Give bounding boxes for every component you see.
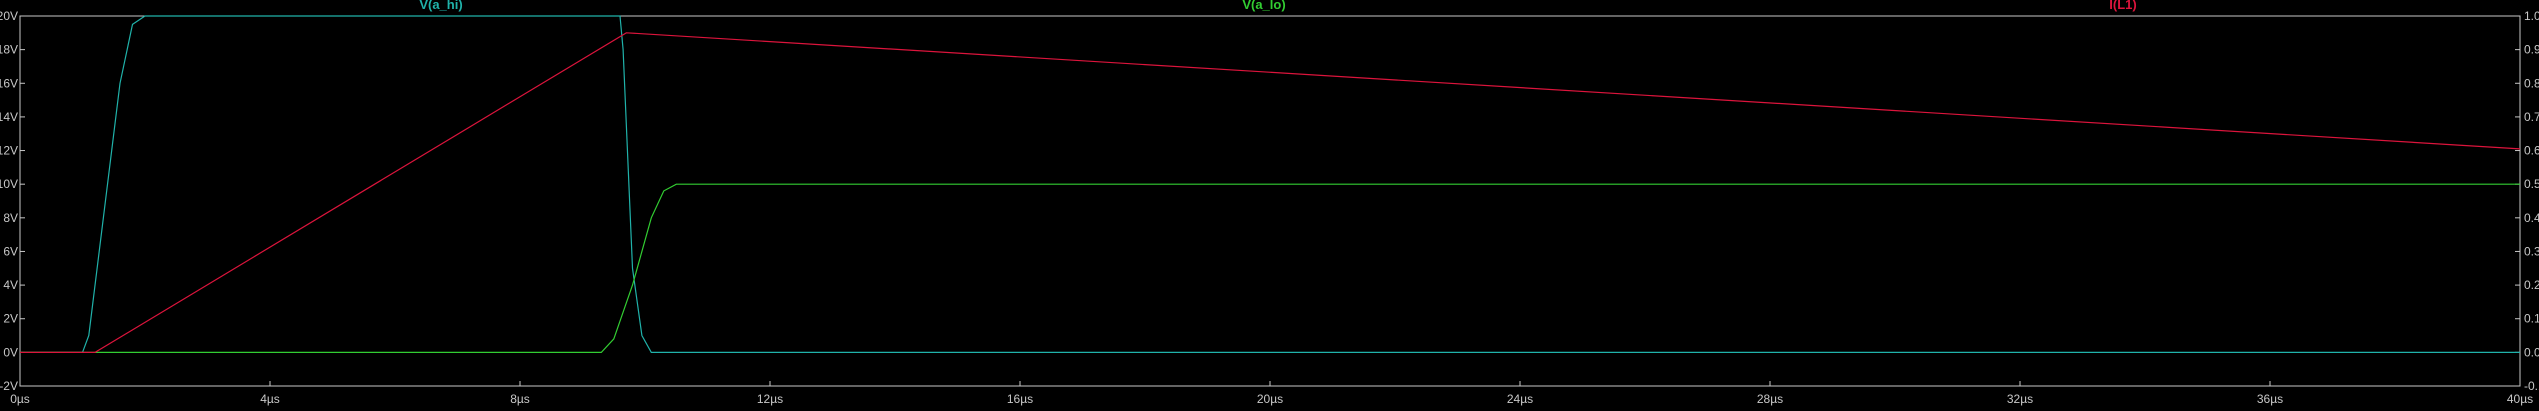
x-tick-label: 32µs: [2007, 392, 2033, 406]
left-tick-label: 4V: [3, 278, 18, 292]
x-tick-label: 36µs: [2257, 392, 2283, 406]
x-tick-label: 20µs: [1257, 392, 1283, 406]
right-tick-label: 0.4A: [2524, 211, 2539, 225]
x-tick-label: 40µs: [2507, 392, 2533, 406]
left-tick-label: 2V: [3, 312, 18, 326]
x-tick-label: 12µs: [757, 392, 783, 406]
x-axis-ticks: 0µs 4µs 8µs 12µs 16µs 20µs 24µs 28µs 32µs 36µs 40µ…: [10, 381, 2533, 406]
plot-frame: [19, 15, 2521, 387]
right-tick-label: 0.8A: [2524, 76, 2539, 90]
left-tick-label: 16V: [0, 76, 18, 90]
x-tick-label: 24µs: [1507, 392, 1533, 406]
legend-v-a-lo: V(a_lo): [1242, 0, 1285, 12]
series-lines: [20, 15, 2521, 353]
series-line-v-a-lo: [20, 183, 2520, 353]
right-tick-label: 0.3A: [2524, 244, 2539, 258]
left-tick-label: 14V: [0, 110, 18, 124]
left-tick-label: 0V: [3, 345, 18, 359]
right-tick-label: 0.9A: [2524, 43, 2539, 57]
right-tick-label: 1.0A: [2524, 9, 2539, 23]
left-tick-label: 12V: [0, 144, 18, 158]
legend: V(a_hi) V(a_lo) I(L1): [419, 0, 2136, 12]
x-tick-label: 16µs: [1007, 392, 1033, 406]
right-tick-label: 0.6A: [2524, 144, 2539, 158]
left-tick-label: -2V: [0, 379, 18, 393]
x-tick-label: 0µs: [10, 392, 30, 406]
left-tick-label: 18V: [0, 43, 18, 57]
x-tick-label: 4µs: [260, 392, 280, 406]
left-tick-label: 6V: [3, 244, 18, 258]
right-tick-label: 0.2A: [2524, 278, 2539, 292]
right-tick-label: 0.5A: [2524, 177, 2539, 191]
left-tick-label: 20V: [0, 9, 18, 23]
legend-v-a-hi: V(a_hi): [419, 0, 462, 12]
right-tick-label: -0.1A: [2524, 379, 2539, 393]
left-tick-label: 10V: [0, 177, 18, 191]
right-tick-label: 0.0A: [2524, 345, 2539, 359]
right-tick-label: 0.7A: [2524, 110, 2539, 124]
left-axis-ticks: -2V 0V 2V 4V 6V 8V 10V 12V 14V 16V 18V 20V: [0, 9, 25, 393]
left-tick-label: 8V: [3, 211, 18, 225]
x-tick-label: 8µs: [510, 392, 530, 406]
right-tick-label: 0.1A: [2524, 312, 2539, 326]
series-line-i-l1: [20, 32, 2521, 353]
waveform-plot: 0µs 4µs 8µs 12µs 16µs 20µs 24µs 28µs 32µs 36µs 40µ…: [0, 0, 2539, 406]
right-axis-ticks: -0.1A 0.0A 0.1A 0.2A 0.3A 0.4A 0.5A 0.6A 0.7A 0.8…: [2515, 9, 2539, 393]
legend-i-l1: I(L1): [2109, 0, 2136, 12]
x-tick-label: 28µs: [1757, 392, 1783, 406]
